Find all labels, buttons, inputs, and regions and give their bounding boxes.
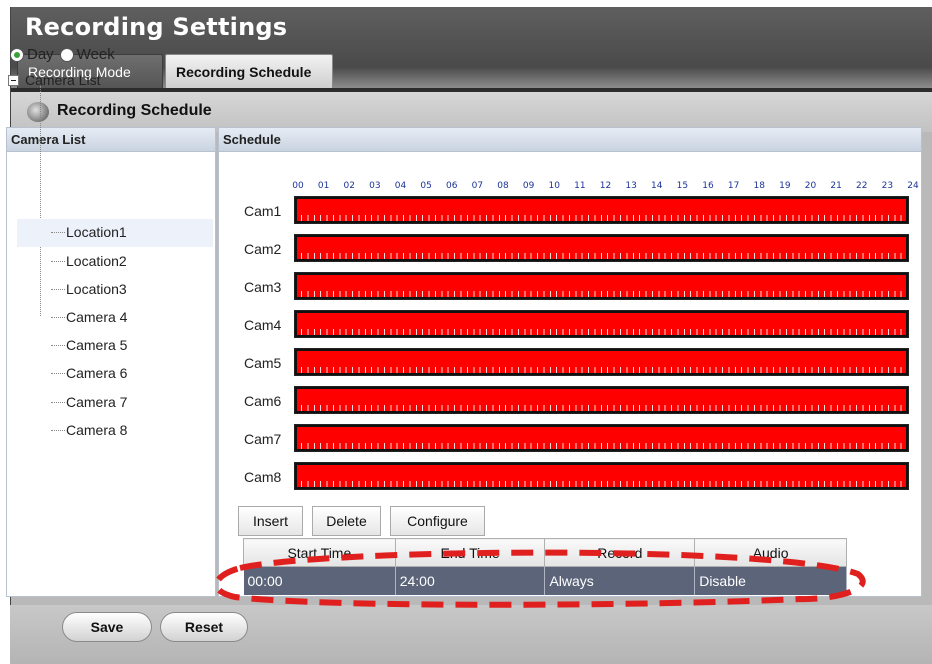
schedule-bar[interactable] <box>294 234 909 262</box>
hour-scale: 00 01 02 03 04 05 06 07 08 09 10 11 12 13 14 15 16 17 18 19… <box>291 181 918 193</box>
tree-root[interactable]: Camera List <box>8 72 100 88</box>
schedule-bar[interactable] <box>294 386 909 414</box>
hour-label: 22 <box>856 181 868 191</box>
hour-label: 09 <box>522 181 535 191</box>
hour-label: 06 <box>446 181 458 191</box>
tree-item-camera-5[interactable]: Camera 5 <box>17 332 213 360</box>
schedule-bar[interactable] <box>294 424 909 452</box>
hour-label: 04 <box>394 181 407 191</box>
tree-item-location3[interactable]: Location3 <box>17 276 213 304</box>
scheduled-range[interactable] <box>297 465 906 487</box>
hour-label: 08 <box>497 181 509 191</box>
tree-item-camera-8[interactable]: Camera 8 <box>17 417 213 445</box>
column-header-end-time[interactable]: End Time <box>394 538 546 567</box>
scheduled-range[interactable] <box>297 275 906 297</box>
hour-label: 20 <box>804 181 817 191</box>
scheduled-range[interactable] <box>297 199 906 221</box>
schedule-bar[interactable] <box>294 196 909 224</box>
hour-label: 19 <box>779 181 791 191</box>
cell-end-time[interactable]: 24:00 <box>395 566 546 595</box>
reset-button[interactable]: Reset <box>160 612 248 642</box>
day-radio[interactable] <box>10 47 24 62</box>
tree-item-location2[interactable]: Location2 <box>17 248 213 276</box>
cam-label: Cam4 <box>244 317 282 333</box>
column-header-start-time[interactable]: Start Time <box>243 538 396 567</box>
save-button[interactable]: Save <box>62 612 152 642</box>
hour-label: 12 <box>599 181 612 191</box>
cell-start-time[interactable]: 00:00 <box>243 566 396 595</box>
column-header-audio[interactable]: Audio <box>694 538 847 567</box>
week-radio[interactable] <box>59 47 74 62</box>
cam-label: Cam6 <box>244 393 282 409</box>
cell-record[interactable]: Always <box>544 566 696 595</box>
scheduled-range[interactable] <box>297 389 906 411</box>
hour-label: 21 <box>830 181 842 191</box>
tree-item-camera-4[interactable]: Camera 4 <box>17 304 213 332</box>
schedule-header: Schedule <box>219 128 921 152</box>
hour-label: 18 <box>753 181 765 191</box>
hour-label: 14 <box>651 181 663 191</box>
tree-item-camera-6[interactable]: Camera 6 <box>17 360 213 388</box>
scheduled-range[interactable] <box>297 351 906 373</box>
hour-label: 01 <box>317 181 330 191</box>
table-row[interactable]: 00:00 24:00 Always Disable <box>243 566 847 595</box>
cam-label: Cam3 <box>244 279 282 295</box>
schedule-bar[interactable] <box>294 348 909 376</box>
schedule-rule-table: Start Time End Time Record Audio 00:00 2… <box>243 538 847 595</box>
cam-label: Cam7 <box>244 431 282 447</box>
section-header: Recording Schedule <box>11 92 932 132</box>
cam-label: Cam2 <box>244 241 282 257</box>
hour-label: 07 <box>471 181 484 191</box>
hour-label: 23 <box>881 181 894 191</box>
hour-label: 17 <box>727 181 740 191</box>
collapse-icon[interactable] <box>8 74 19 86</box>
tree-item-location1[interactable]: Location1 <box>17 219 213 247</box>
hour-label: 03 <box>369 181 381 191</box>
schedule-bar[interactable] <box>294 272 909 300</box>
week-radio-label[interactable]: Week <box>77 46 115 63</box>
hour-label: 16 <box>702 181 714 191</box>
cam-label: Cam8 <box>244 469 282 485</box>
window-title: Recording Settings <box>25 13 288 41</box>
hour-label: 05 <box>420 181 432 191</box>
camera-list-header: Camera List <box>7 128 215 152</box>
scheduled-range[interactable] <box>297 237 906 259</box>
hour-label: 11 <box>574 181 586 191</box>
delete-button[interactable]: Delete <box>312 506 381 536</box>
tree-item-camera-7[interactable]: Camera 7 <box>17 389 213 417</box>
scheduled-range[interactable] <box>297 427 906 449</box>
hour-label: 15 <box>676 181 689 191</box>
scheduled-range[interactable] <box>297 313 906 335</box>
schedule-bar[interactable] <box>294 310 909 338</box>
hour-label: 02 <box>343 181 355 191</box>
view-mode-selector: Day Week <box>10 46 121 63</box>
hour-label: 00 <box>292 181 304 191</box>
cell-audio[interactable]: Disable <box>694 566 847 595</box>
cam-label: Cam5 <box>244 355 282 371</box>
camera-lens-icon <box>27 102 49 122</box>
schedule-bar[interactable] <box>294 462 909 490</box>
configure-button[interactable]: Configure <box>390 506 485 536</box>
day-radio-label[interactable]: Day <box>27 46 54 63</box>
insert-button[interactable]: Insert <box>238 506 303 536</box>
tab-recording-schedule[interactable]: Recording Schedule <box>165 54 333 88</box>
hour-label: 24 <box>907 181 919 191</box>
hour-label: 13 <box>625 181 637 191</box>
table-header-row: Start Time End Time Record Audio <box>243 538 847 567</box>
column-header-record[interactable]: Record <box>544 538 696 567</box>
hour-label: 10 <box>548 181 560 191</box>
tree-root-label[interactable]: Camera List <box>25 72 100 88</box>
cam-label: Cam1 <box>244 203 282 219</box>
section-title: Recording Schedule <box>57 102 212 119</box>
